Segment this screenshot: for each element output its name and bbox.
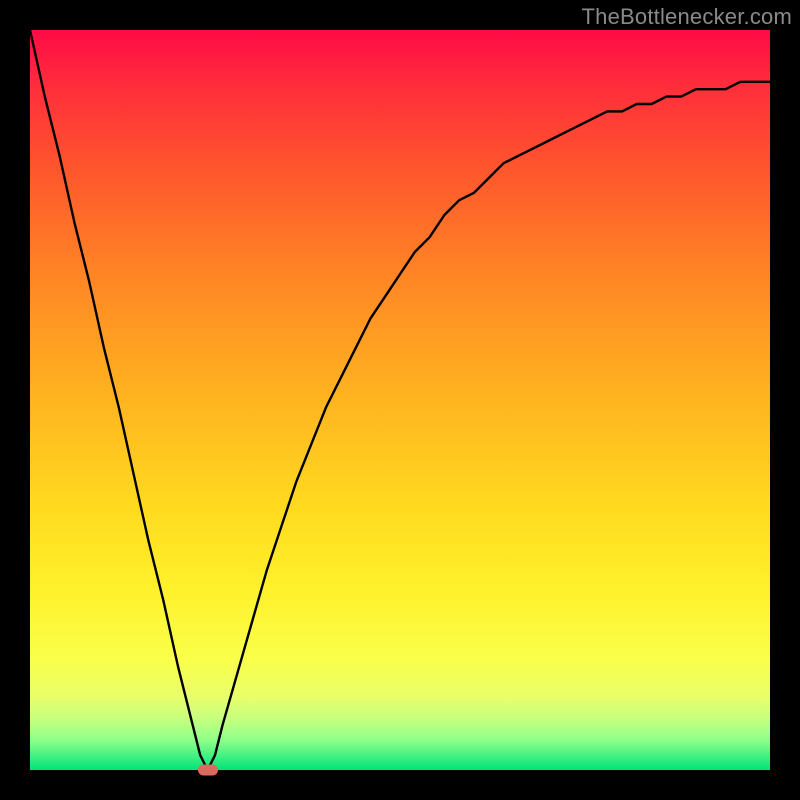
chart-curve-svg [30, 30, 770, 770]
bottleneck-curve-path [30, 30, 770, 770]
min-marker-icon [198, 765, 218, 776]
attribution-label: TheBottlenecker.com [582, 4, 792, 30]
chart-frame: TheBottlenecker.com [0, 0, 800, 800]
chart-plot-area [30, 30, 770, 770]
